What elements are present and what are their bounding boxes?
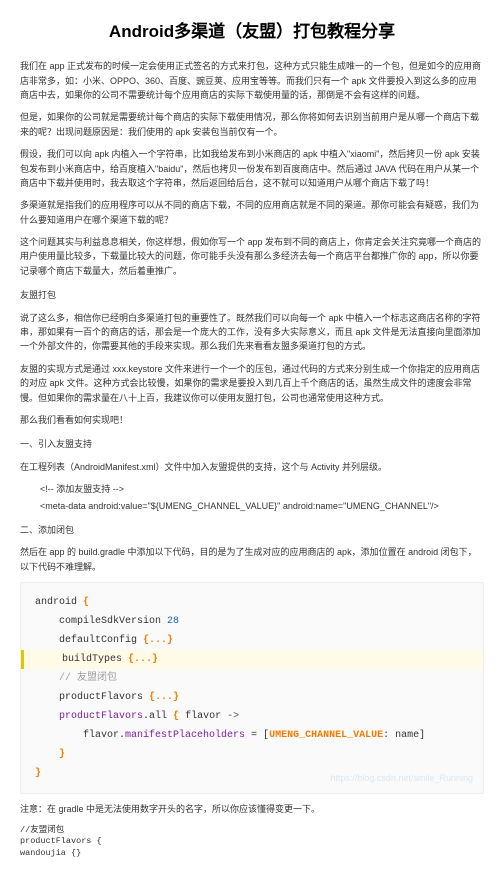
paragraph: 假设，我们可以向 apk 内植入一个字符串，比如我给发布到小米商店的 apk 中… xyxy=(20,147,484,190)
code-block: android { compileSdkVersion 28 defaultCo… xyxy=(20,582,484,794)
watermark: https://blog.csdn.net/smile_Running xyxy=(330,770,473,787)
page-title: Android多渠道（友盟）打包教程分享 xyxy=(20,18,484,45)
paragraph: 在工程列表（AndroidManifest.xml）文件中加入友盟提供的支持，这… xyxy=(20,460,484,474)
paragraph: 我们在 app 正式发布的时候一定会使用正式签名的方式来打包，这种方式只能生成唯… xyxy=(20,59,484,102)
paragraph: 友盟的实现方式是通过 xxx.keystore 文件来进行一个一个的压包，通过代… xyxy=(20,362,484,405)
paragraph: 多渠道就是指我们的应用程序可以从不同的商店下载，不同的应用商店就是不同的渠道。那… xyxy=(20,198,484,227)
paragraph: 说了这么多，相信你已经明白多渠道打包的重要性了。既然我们可以向每一个 apk 中… xyxy=(20,311,484,354)
paragraph: 但是，如果你的公司就是需要统计每个商店的实际下载使用情况，那么你将如何去识别当前… xyxy=(20,110,484,139)
paragraph: 这个问题其实与利益息息相关，你这样想，假如你写一个 app 发布到不同的商店上，… xyxy=(20,235,484,278)
paragraph: 那么我们看看如何实现吧！ xyxy=(20,413,484,427)
footer-code: //友盟闭包 productFlavors { wandoujia {} xyxy=(20,825,484,861)
step-heading: 二、添加闭包 xyxy=(20,523,484,537)
section-heading: 友盟打包 xyxy=(20,288,484,302)
xml-line: <meta-data android:value="${UMENG_CHANNE… xyxy=(20,499,484,513)
xml-comment: <!-- 添加友盟支持 --> xyxy=(20,482,484,496)
note: 注意：在 gradle 中是无法使用数字开头的名字，所以你应该懂得变更一下。 xyxy=(20,802,484,816)
paragraph: 然后在 app 的 build.gradle 中添加以下代码，目的是为了生成对应… xyxy=(20,545,484,574)
step-heading: 一、引入友盟支持 xyxy=(20,437,484,451)
